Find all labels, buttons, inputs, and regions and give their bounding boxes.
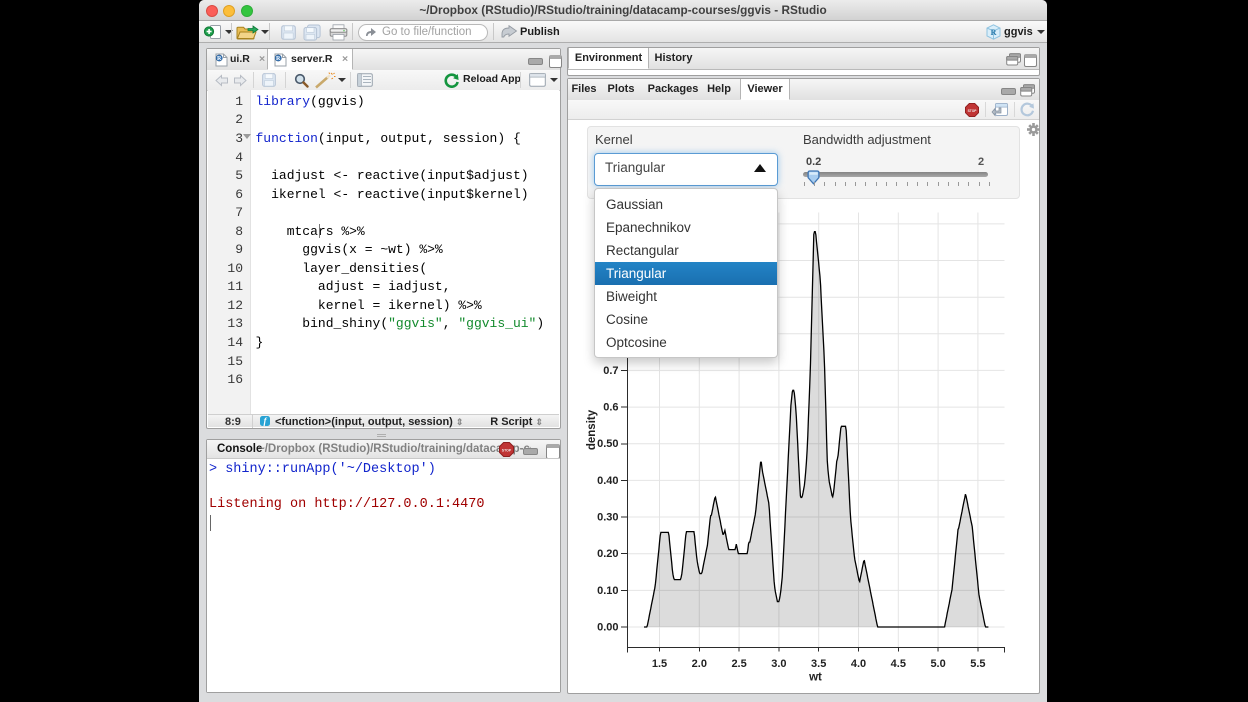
- svg-text:0.7: 0.7: [603, 365, 618, 377]
- svg-text:R: R: [991, 28, 997, 37]
- svg-text:4.5: 4.5: [891, 658, 906, 670]
- svg-text:0.40: 0.40: [597, 475, 618, 487]
- svg-text:STOP: STOP: [502, 449, 512, 453]
- svg-text:density: density: [586, 409, 598, 450]
- svg-text:STOP: STOP: [968, 108, 978, 112]
- svg-text:5.5: 5.5: [970, 658, 985, 670]
- svg-text:0.20: 0.20: [597, 548, 618, 560]
- svg-text:0.30: 0.30: [597, 512, 618, 524]
- svg-text:5.0: 5.0: [930, 658, 945, 670]
- svg-text:1.5: 1.5: [652, 658, 667, 670]
- svg-text:2.5: 2.5: [731, 658, 746, 670]
- svg-text:3.5: 3.5: [811, 658, 826, 670]
- svg-text:R: R: [276, 56, 281, 62]
- svg-text:0.6: 0.6: [603, 402, 618, 414]
- svg-text:R: R: [217, 56, 222, 62]
- svg-text:0.00: 0.00: [597, 622, 618, 634]
- svg-text:wt: wt: [808, 672, 822, 684]
- svg-text:0.10: 0.10: [597, 585, 618, 597]
- svg-text:3.0: 3.0: [771, 658, 786, 670]
- svg-text:2.0: 2.0: [692, 658, 707, 670]
- svg-text:0.50: 0.50: [597, 438, 618, 450]
- svg-text:4.0: 4.0: [851, 658, 866, 670]
